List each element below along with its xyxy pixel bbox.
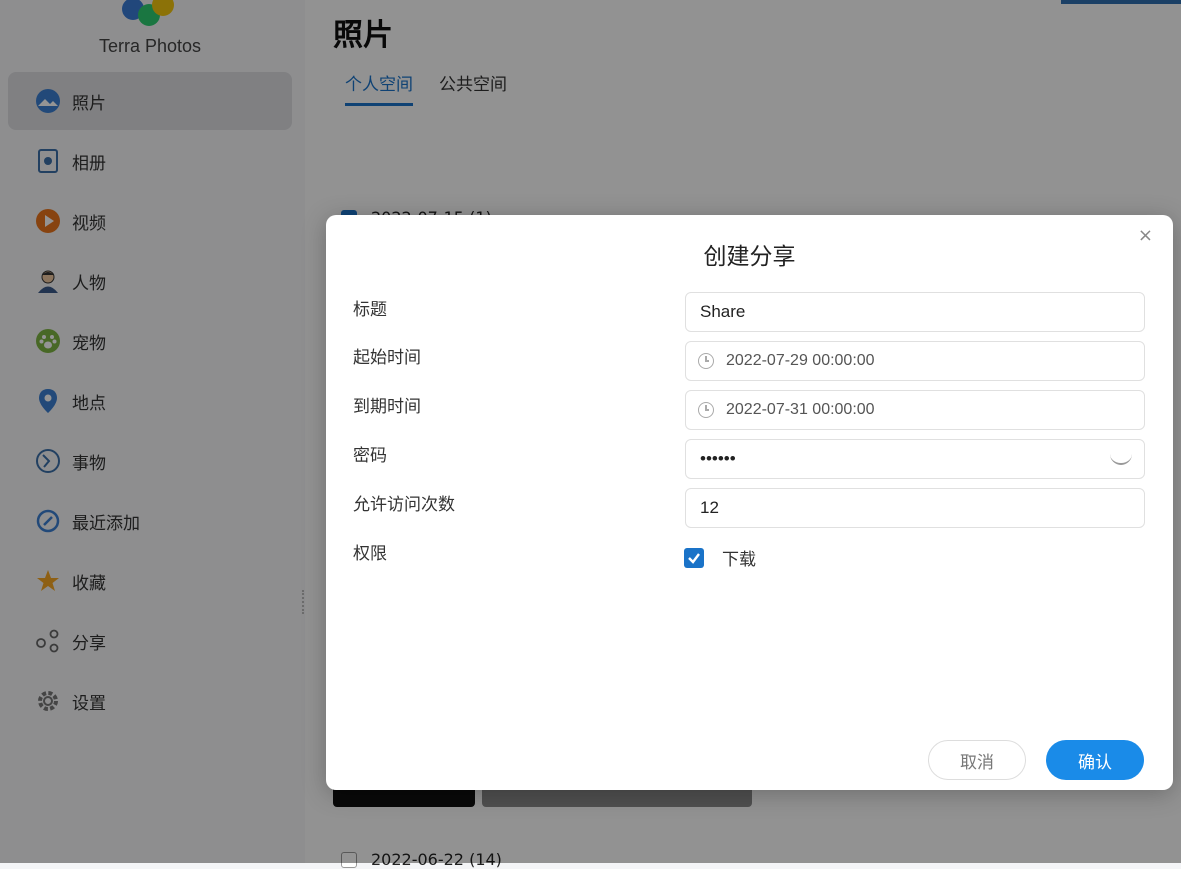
password-label: 密码 xyxy=(353,446,387,466)
title-input[interactable] xyxy=(698,301,1132,323)
cancel-button[interactable]: 取消 xyxy=(928,740,1026,780)
start-time-label: 起始时间 xyxy=(353,348,421,368)
expire-time-field[interactable] xyxy=(685,390,1145,430)
visit-count-label: 允许访问次数 xyxy=(353,495,455,515)
start-time-field[interactable] xyxy=(685,341,1145,381)
checkmark-icon xyxy=(688,552,700,564)
dialog-title: 创建分享 xyxy=(703,244,796,270)
permission-label: 权限 xyxy=(353,544,387,564)
confirm-button[interactable]: 确认 xyxy=(1046,740,1144,780)
download-checkbox[interactable] xyxy=(684,547,704,568)
permission-row: 下载 xyxy=(684,545,756,570)
password-field[interactable] xyxy=(685,439,1145,479)
title-field[interactable] xyxy=(685,292,1145,332)
clock-icon xyxy=(698,353,714,369)
create-share-dialog: 创建分享 × 标题 起始时间 到期时间 密码 允许访问次数 权限 下载 取消 确… xyxy=(326,215,1173,790)
expire-time-label: 到期时间 xyxy=(353,397,421,417)
eye-closed-icon[interactable] xyxy=(1110,453,1132,465)
close-icon[interactable]: × xyxy=(1138,225,1153,246)
expire-time-input[interactable] xyxy=(724,400,1132,420)
clock-icon xyxy=(698,402,714,418)
password-input[interactable] xyxy=(698,448,1110,470)
visit-count-field[interactable] xyxy=(685,488,1145,528)
visit-count-input[interactable] xyxy=(698,497,1132,519)
download-label: 下载 xyxy=(722,550,756,570)
start-time-input[interactable] xyxy=(724,351,1132,371)
title-label: 标题 xyxy=(353,300,387,320)
